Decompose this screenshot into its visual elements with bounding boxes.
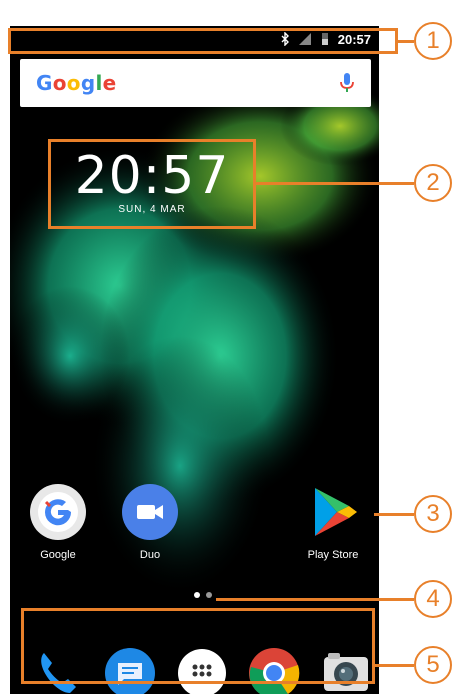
callout-line-1 (398, 40, 414, 43)
page-dot-active (194, 592, 200, 598)
callout-line-4 (216, 598, 414, 601)
callout-line-3 (374, 513, 414, 516)
callout-line-2 (256, 182, 414, 185)
app-duo[interactable]: Duo (115, 484, 185, 561)
microphone-icon[interactable] (339, 72, 355, 94)
callout-number-2: 2 (414, 164, 452, 202)
phone-screen: 20:57 Google 20:57 SUN, 4 MAR Google Duo (10, 26, 379, 694)
app-label: Play Store (307, 549, 359, 561)
callout-box-2 (48, 139, 256, 229)
duo-icon (122, 484, 178, 540)
app-label: Google (40, 549, 76, 561)
google-logo: Google (36, 71, 117, 95)
callout-number-5: 5 (414, 646, 452, 684)
callout-box-1 (8, 28, 398, 54)
google-app-icon (30, 484, 86, 540)
google-search-bar[interactable]: Google (20, 59, 371, 107)
page-indicator (194, 592, 212, 598)
callout-number-4: 4 (414, 580, 452, 618)
callout-number-3: 3 (414, 495, 452, 533)
app-play-store[interactable]: Play Store (298, 484, 368, 561)
app-label: Duo (139, 549, 161, 561)
callout-line-5 (375, 664, 414, 667)
page-dot (206, 592, 212, 598)
callout-number-1: 1 (414, 22, 452, 60)
callout-box-5 (21, 608, 375, 684)
play-store-icon (315, 488, 357, 536)
app-google[interactable]: Google (23, 484, 93, 561)
